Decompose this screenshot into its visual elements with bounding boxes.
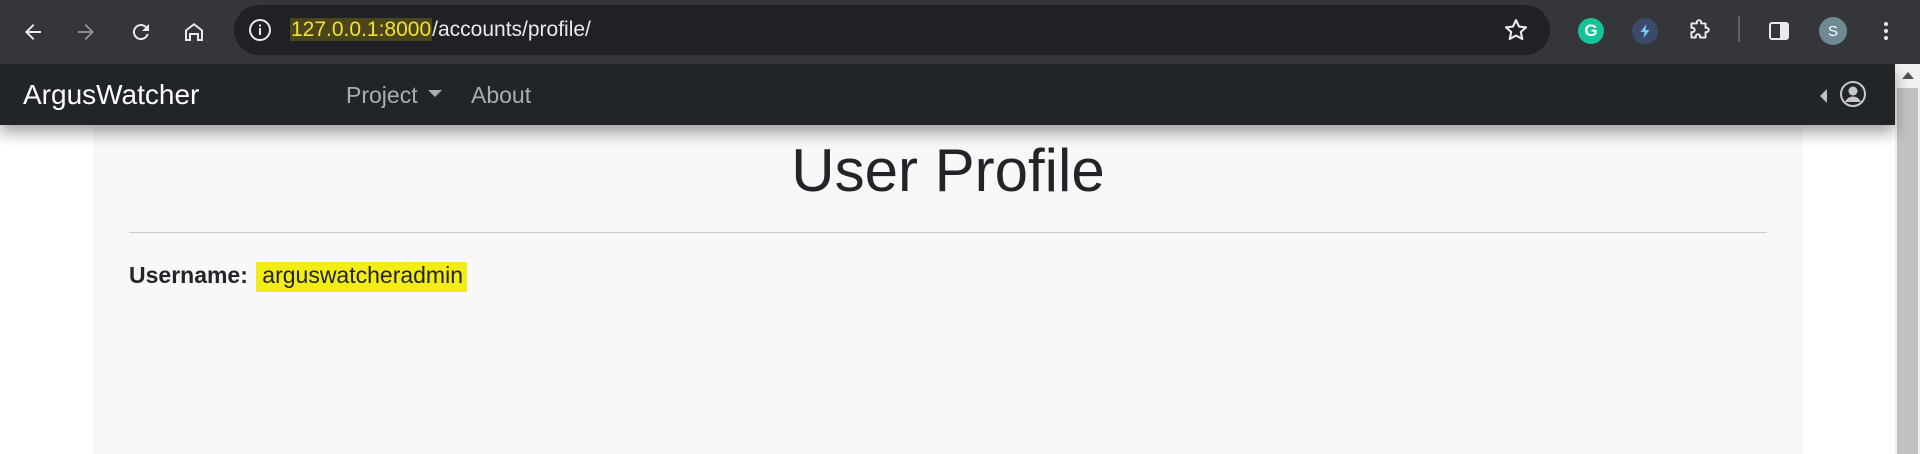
grammarly-icon: G (1578, 18, 1604, 44)
address-bar[interactable]: 127.0.0.1:8000/accounts/profile/ (234, 5, 1550, 55)
username-label: Username: (129, 262, 248, 288)
url-host: 127.0.0.1:8000 (290, 18, 433, 41)
nav-item-project-label: Project (346, 82, 418, 108)
extensions-button[interactable] (1682, 14, 1716, 48)
username-row: Username: arguswatcheradmin (129, 261, 467, 292)
profile-container: User Profile Username: arguswatcheradmin (93, 125, 1803, 454)
scrollbar-thumb[interactable] (1897, 88, 1918, 454)
avatar: S (1819, 17, 1847, 45)
reload-icon (132, 24, 149, 41)
site-info-icon[interactable] (246, 16, 274, 44)
kebab-menu-icon (1884, 22, 1888, 40)
scroll-up-arrow-icon[interactable] (1902, 72, 1914, 79)
side-panel-icon (1769, 22, 1789, 40)
navbar-brand[interactable]: ArgusWatcher (23, 78, 199, 112)
arrow-right-icon (78, 24, 94, 40)
nav-item-project[interactable]: Project (346, 80, 442, 110)
bookmark-star-icon[interactable] (1502, 16, 1530, 44)
browser-toolbar: 127.0.0.1:8000/accounts/profile/ G S (0, 0, 1920, 64)
caret-down-icon (427, 90, 442, 98)
forward-button[interactable] (66, 12, 106, 52)
site-navbar: ArgusWatcher Project About (0, 64, 1895, 125)
page-title: User Profile (791, 137, 1105, 204)
username-value: arguswatcheradmin (256, 262, 467, 292)
home-icon (185, 23, 203, 41)
side-panel-button[interactable] (1762, 14, 1796, 48)
reload-button[interactable] (121, 12, 161, 52)
puzzle-piece-icon (1690, 19, 1710, 39)
home-button[interactable] (174, 12, 214, 52)
nav-item-about[interactable]: About (471, 80, 531, 110)
browser-menu-button[interactable] (1869, 14, 1903, 48)
user-circle-icon[interactable] (1839, 80, 1867, 108)
lightning-bolt-icon (1632, 18, 1658, 44)
toolbar-divider (1738, 16, 1740, 42)
url-text[interactable]: 127.0.0.1:8000/accounts/profile/ (290, 17, 591, 43)
arrow-left-icon (25, 24, 41, 40)
profile-button[interactable]: S (1816, 14, 1850, 48)
url-path: /accounts/profile/ (432, 18, 591, 41)
back-button[interactable] (13, 12, 53, 52)
bolt-extension-button[interactable] (1628, 14, 1662, 48)
caret-left-icon[interactable] (1820, 89, 1827, 103)
title-divider (129, 232, 1767, 233)
vertical-scrollbar[interactable] (1895, 64, 1920, 454)
grammarly-extension-button[interactable]: G (1574, 14, 1608, 48)
